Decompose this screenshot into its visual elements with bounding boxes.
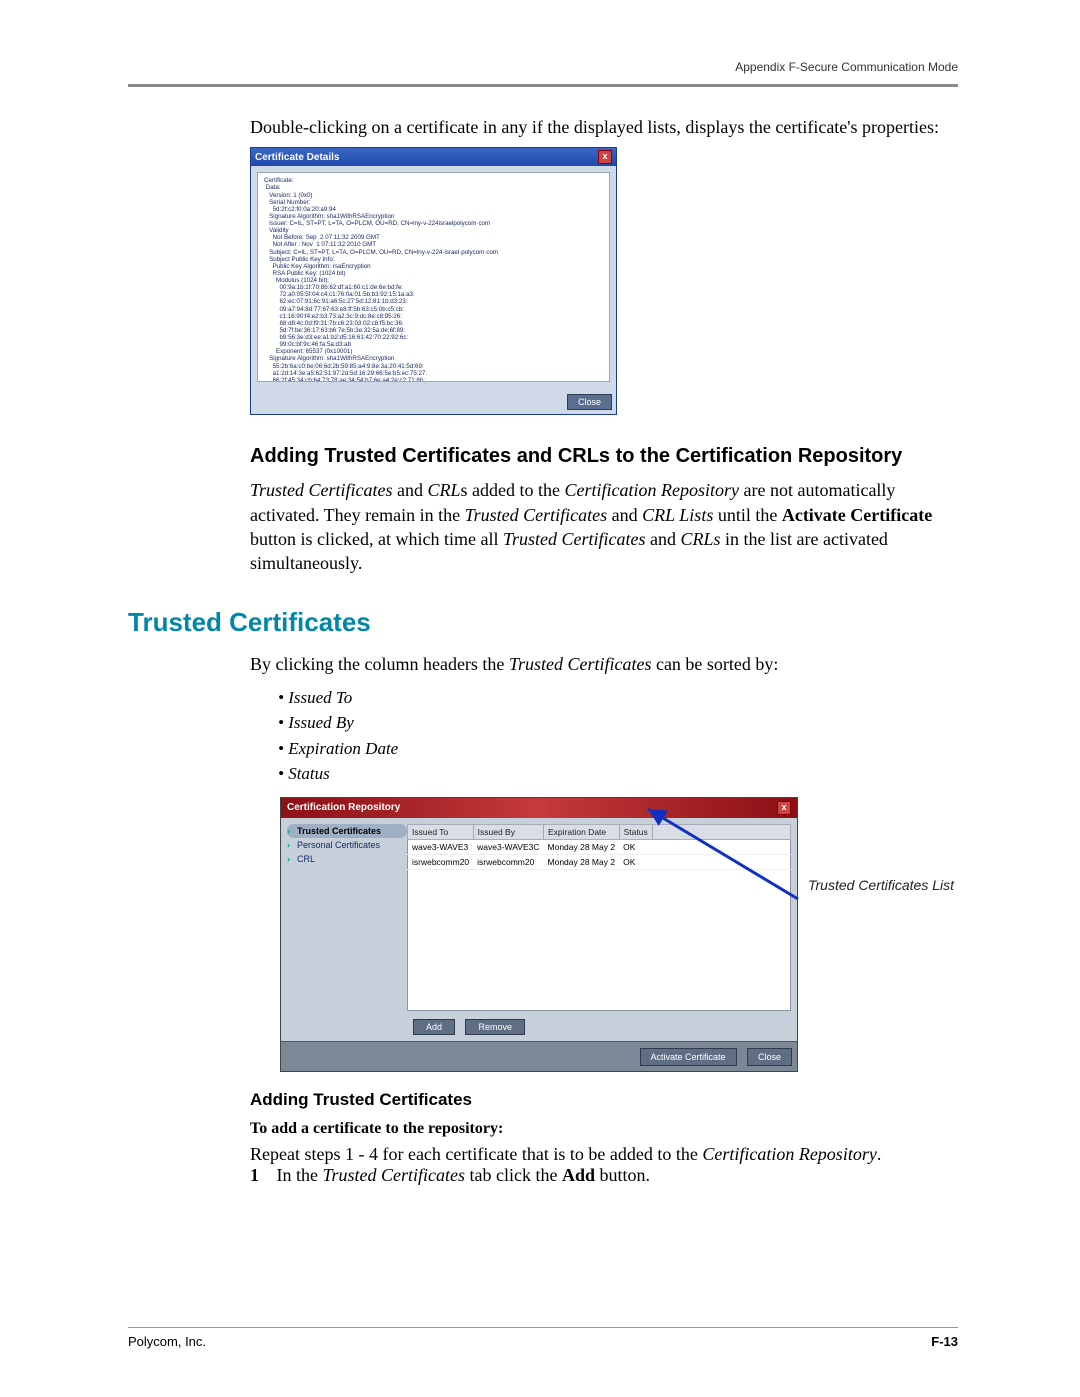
txt: tab click the <box>465 1165 562 1185</box>
list-item: Issued To <box>278 685 958 711</box>
txt: By clicking the column headers the <box>250 654 509 674</box>
cell: wave3-WAVE3 <box>408 839 474 854</box>
footer-left: Polycom, Inc. <box>128 1334 206 1349</box>
list-item: Issued By <box>278 710 958 736</box>
repo-footer: Activate Certificate Close <box>281 1041 797 1071</box>
txt: Trusted Certificates <box>509 654 652 674</box>
remove-button[interactable]: Remove <box>465 1019 525 1035</box>
sidebar-item-crl[interactable]: CRL <box>287 852 407 866</box>
txt: Certification Repository <box>565 480 739 500</box>
list-item: Expiration Date <box>278 736 958 762</box>
cell: isrwebcomm20 <box>408 854 474 869</box>
txt: and <box>607 505 642 525</box>
txt: CRL <box>428 480 461 500</box>
callout-container: Trusted Certificates List <box>798 797 958 893</box>
page-footer: Polycom, Inc. F-13 <box>128 1327 958 1349</box>
txt: CRL Lists <box>642 505 713 525</box>
step-1: 1 In the Trusted Certificates tab click … <box>250 1165 958 1186</box>
txt: can be sorted by: <box>651 654 778 674</box>
txt: Activate Certificate <box>782 505 932 525</box>
txt: button. <box>595 1165 650 1185</box>
add-button[interactable]: Add <box>413 1019 455 1035</box>
activate-certificate-button[interactable]: Activate Certificate <box>640 1048 737 1066</box>
txt: button is clicked, at which time all <box>250 529 503 549</box>
callout-label: Trusted Certificates List <box>808 877 958 893</box>
txt: In the <box>277 1165 323 1185</box>
instruction-line: To add a certificate to the repository: <box>250 1120 958 1138</box>
section-adding-trusted-crls-title: Adding Trusted Certificates and CRLs to … <box>250 445 958 468</box>
intro-paragraph: Double-clicking on a certificate in any … <box>250 115 958 139</box>
close-button[interactable]: Close <box>567 394 612 410</box>
repo-sidebar: Trusted Certificates Personal Certificat… <box>287 824 407 1035</box>
txt: and <box>645 529 680 549</box>
section-adding-trusted-certs-title: Adding Trusted Certificates <box>250 1090 958 1110</box>
list-item: Status <box>278 761 958 787</box>
txt: Add <box>562 1165 595 1185</box>
step-number: 1 <box>250 1165 272 1186</box>
sidebar-item-trusted-certificates[interactable]: Trusted Certificates <box>287 824 407 838</box>
section-adding-trusted-crls-body: Trusted Certificates and CRLs added to t… <box>250 478 958 575</box>
dialog-title: Certificate Details <box>255 152 339 163</box>
repo-title-text: Certification Repository <box>287 802 400 813</box>
sidebar-item-personal-certificates[interactable]: Personal Certificates <box>287 838 407 852</box>
txt: Trusted Certificates <box>322 1165 465 1185</box>
cell: isrwebcomm20 <box>473 854 543 869</box>
certificate-details-dialog: Certificate Details x Certificate: Data:… <box>250 147 617 415</box>
col-issued-to[interactable]: Issued To <box>408 824 474 839</box>
cell: wave3-WAVE3C <box>473 839 543 854</box>
txt: Repeat steps 1 - 4 for each certificate … <box>250 1144 702 1164</box>
certificate-text: Certificate: Data: Version: 1 (0x0) Seri… <box>257 172 610 382</box>
txt: Trusted Certificates <box>465 505 608 525</box>
table-button-row: Add Remove <box>407 1017 791 1035</box>
txt: s added to the <box>461 480 565 500</box>
txt: and <box>393 480 428 500</box>
header-rule <box>128 84 958 87</box>
dialog-footer: Close <box>251 388 616 414</box>
txt: Trusted Certificates <box>250 480 393 500</box>
repeat-line: Repeat steps 1 - 4 for each certificate … <box>250 1144 958 1165</box>
intro-text: Double-clicking on a certificate in any … <box>250 115 958 139</box>
header-appendix: Appendix F-Secure Communication Mode <box>128 60 958 74</box>
close-icon[interactable]: x <box>598 150 612 164</box>
close-button[interactable]: Close <box>747 1048 792 1066</box>
txt: Trusted Certificates <box>503 529 646 549</box>
txt: CRLs <box>680 529 720 549</box>
section-trusted-certificates-title: Trusted Certificates <box>128 607 958 638</box>
section2-lead: By clicking the column headers the Trust… <box>250 652 958 676</box>
dialog-titlebar: Certificate Details x <box>251 148 616 166</box>
arrow-icon <box>538 789 818 929</box>
dialog-body: Certificate: Data: Version: 1 (0x0) Seri… <box>251 166 616 388</box>
txt: until the <box>713 505 782 525</box>
sort-bullets: Issued To Issued By Expiration Date Stat… <box>278 685 958 787</box>
txt: . <box>877 1144 882 1164</box>
txt: Certification Repository <box>702 1144 876 1164</box>
footer-right: F-13 <box>931 1334 958 1349</box>
col-issued-by[interactable]: Issued By <box>473 824 543 839</box>
